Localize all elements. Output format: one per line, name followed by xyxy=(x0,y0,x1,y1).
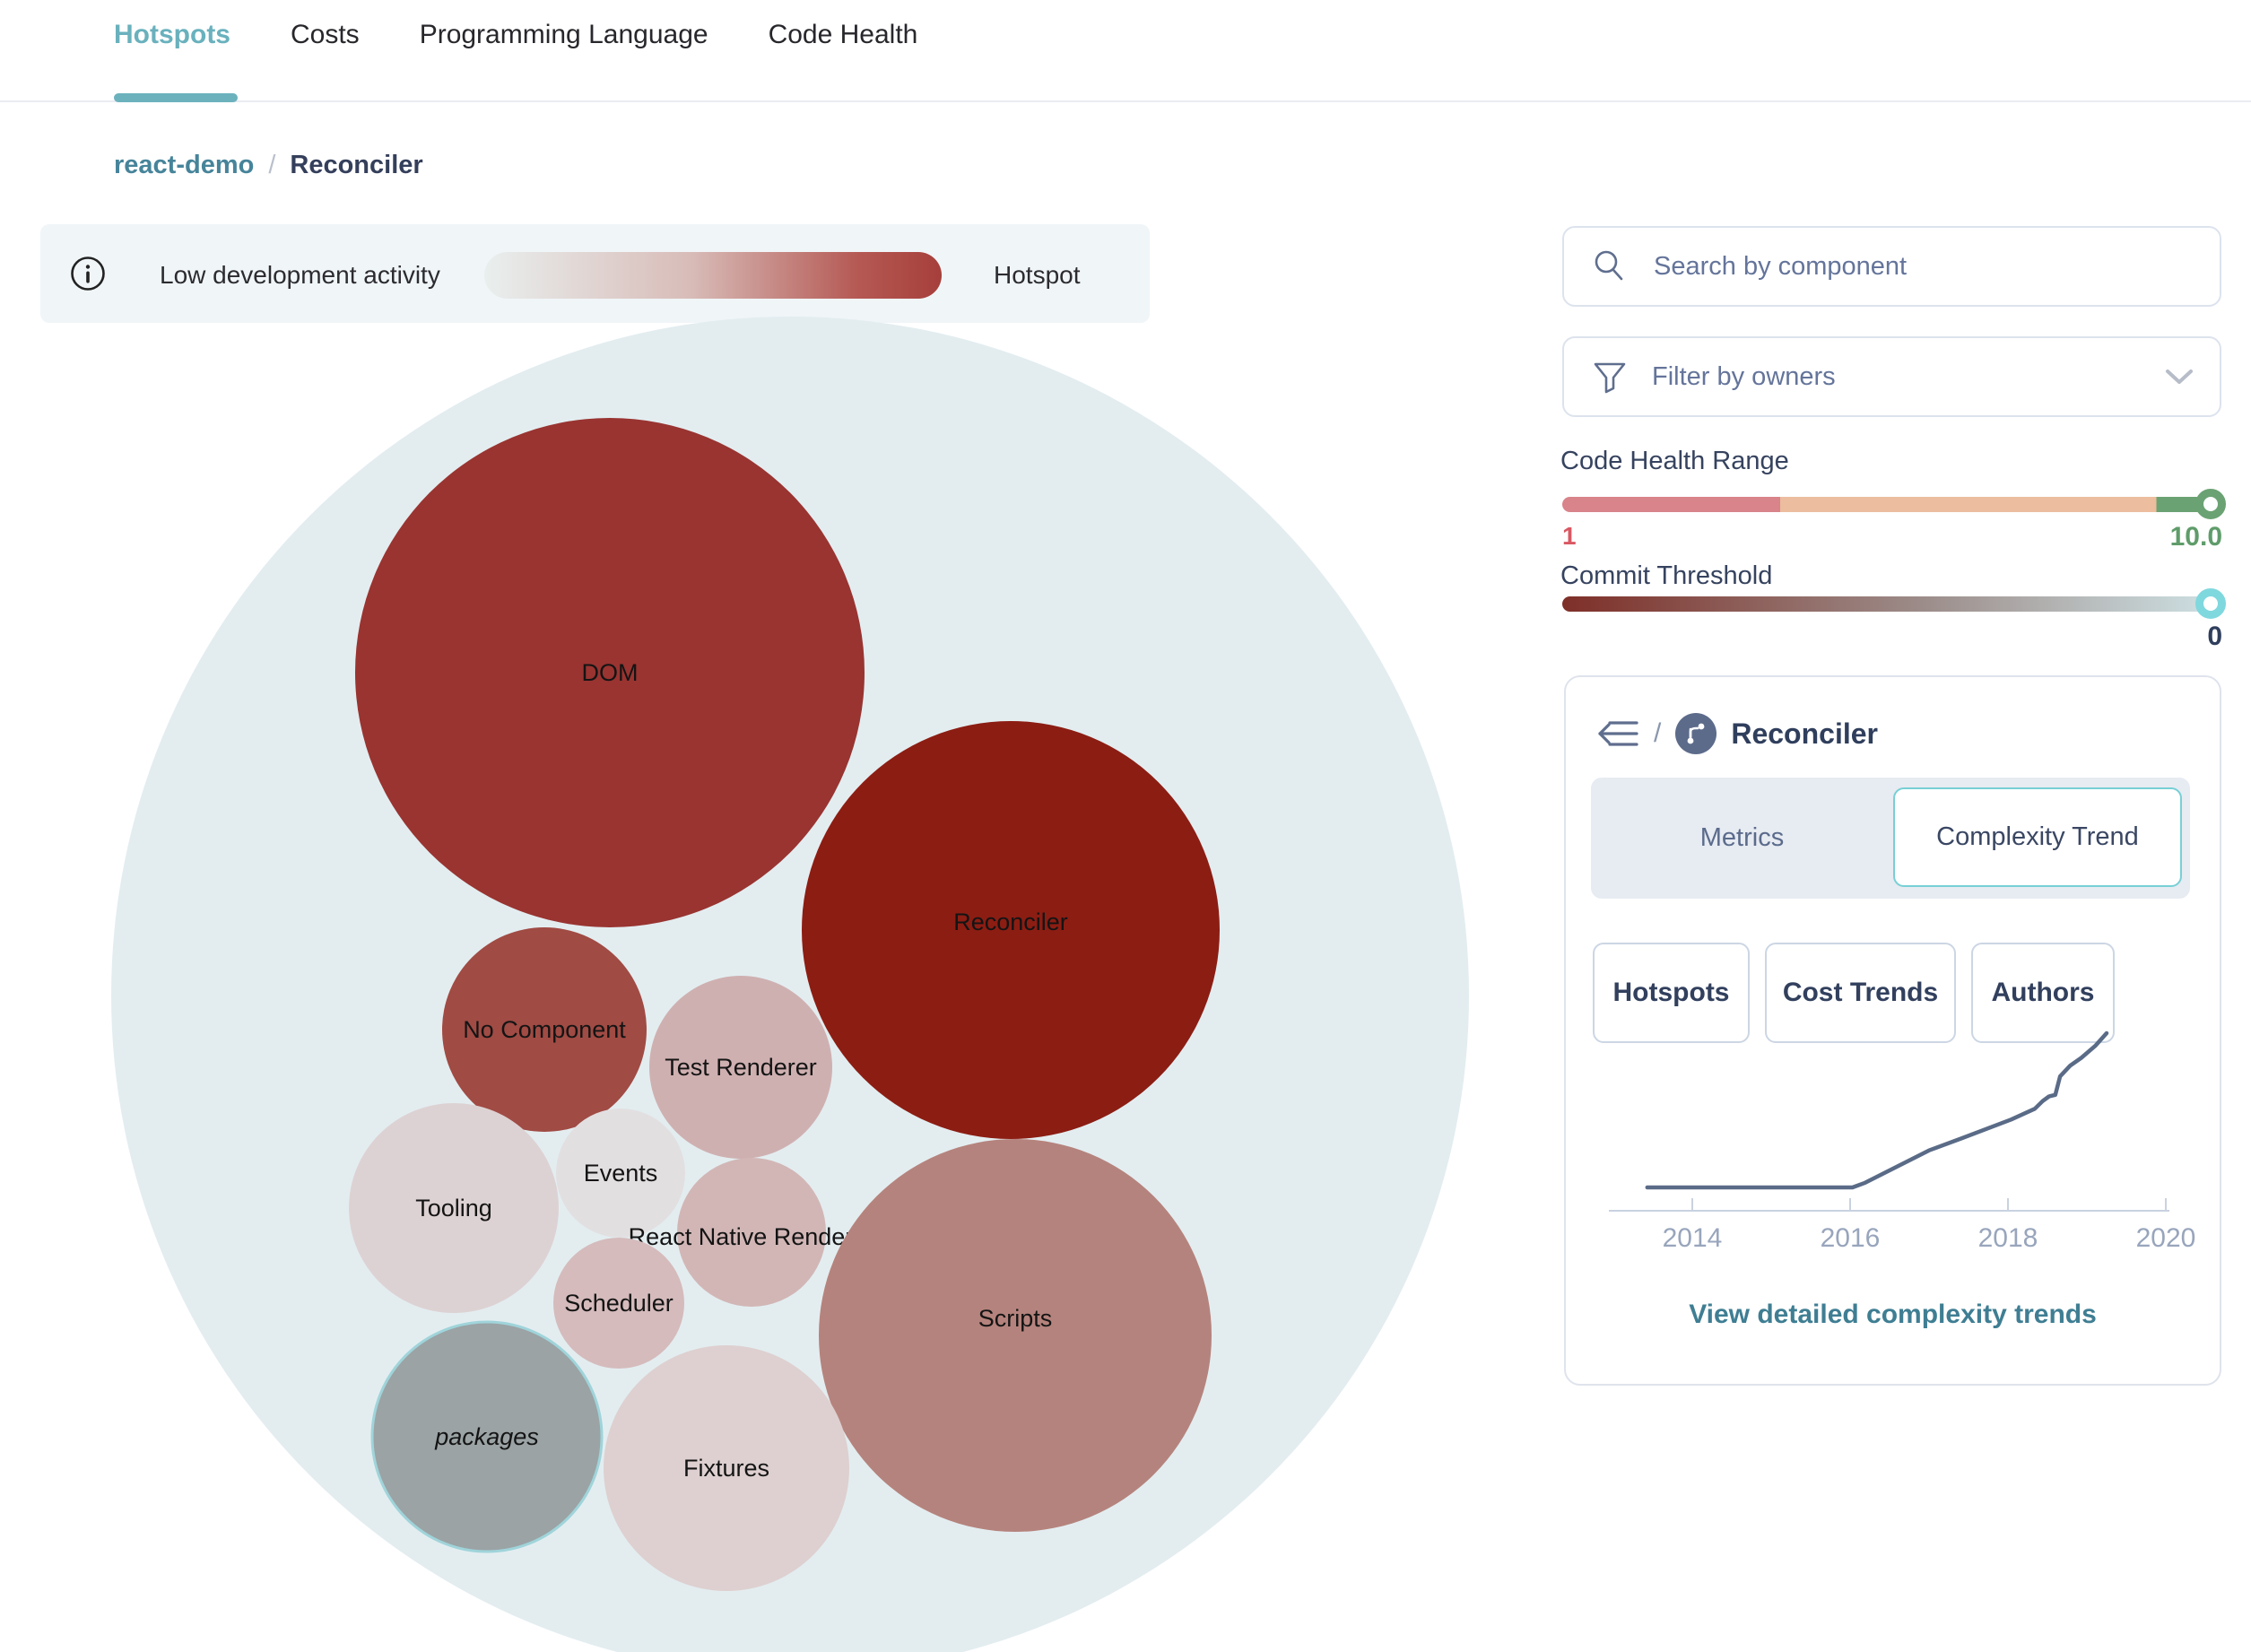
trend-tick-label-2020: 2020 xyxy=(2136,1223,2196,1253)
tab-code-health[interactable]: Code Health xyxy=(769,20,918,50)
search-input[interactable] xyxy=(1652,250,2220,283)
tab-programming-language[interactable]: Programming Language xyxy=(420,20,708,50)
bubble-label-dom: DOM xyxy=(582,659,639,686)
info-icon[interactable] xyxy=(70,256,106,296)
breadcrumb-current: Reconciler xyxy=(290,151,423,179)
complexity-trend-line xyxy=(1645,1030,2109,1190)
component-detail-card: / Reconciler Metrics Complexity Trend Ho… xyxy=(1564,675,2221,1386)
bubble-label-test-renderer: Test Renderer xyxy=(665,1054,817,1081)
funnel-icon xyxy=(1591,358,1629,396)
hotspots-bubble-chart: DOM Reconciler No Component Test Renderer Ev… xyxy=(111,317,1469,1652)
commit-threshold-handle[interactable] xyxy=(2195,588,2226,619)
top-nav: Hotspots Costs Programming Language Code… xyxy=(114,20,917,50)
bubble-label-fixtures: Fixtures xyxy=(683,1455,769,1482)
tab-hotspots[interactable]: Hotspots xyxy=(114,20,230,50)
tab-metrics[interactable]: Metrics xyxy=(1591,778,1893,899)
commit-threshold-value: 0 xyxy=(2207,622,2222,651)
breadcrumb-separator: / xyxy=(268,151,276,179)
code-health-min-value: 1 xyxy=(1562,522,1577,550)
bubble-scripts[interactable] xyxy=(819,1139,1212,1532)
back-icon[interactable] xyxy=(1596,713,1639,754)
active-tab-underline xyxy=(114,93,238,102)
detail-card-separator: / xyxy=(1654,718,1662,748)
bubble-label-events: Events xyxy=(584,1160,658,1187)
commit-threshold-track[interactable] xyxy=(1562,596,2222,612)
code-health-range-track[interactable] xyxy=(1562,497,2222,512)
owners-filter-label: Filter by owners xyxy=(1652,361,1836,391)
legend-high-label: Hotspot xyxy=(994,261,1081,289)
complexity-trend-chart: 2014 2016 2018 2020 xyxy=(1602,1011,2229,1284)
bubble-label-scripts: Scripts xyxy=(978,1305,1053,1332)
component-branch-icon xyxy=(1675,713,1717,754)
bubble-label-scheduler: Scheduler xyxy=(564,1290,674,1317)
breadcrumb-project-link[interactable]: react-demo xyxy=(114,151,254,180)
tab-complexity-trend[interactable]: Complexity Trend xyxy=(1893,787,2182,887)
code-health-range-label: Code Health Range xyxy=(1560,447,1789,475)
trend-tick-label-2016: 2016 xyxy=(1821,1223,1881,1253)
commit-threshold-label: Commit Threshold xyxy=(1560,561,1773,590)
bubble-label-tooling: Tooling xyxy=(415,1195,492,1222)
code-health-range-handle[interactable] xyxy=(2195,489,2226,519)
hotspot-gradient-bar xyxy=(484,252,942,299)
code-health-max-value: 10.0 xyxy=(2169,522,2222,552)
bubble-label-reconciler: Reconciler xyxy=(953,909,1068,935)
nav-divider xyxy=(0,100,2251,102)
app-canvas: Hotspots Costs Programming Language Code… xyxy=(0,0,2251,1652)
tab-costs[interactable]: Costs xyxy=(291,20,360,50)
trend-tick-label-2018: 2018 xyxy=(1978,1223,2038,1253)
legend-low-label: Low development activity xyxy=(160,261,440,289)
detail-card-header: / Reconciler xyxy=(1596,713,1878,754)
breadcrumb: react-demo / Reconciler xyxy=(114,151,423,180)
search-icon xyxy=(1591,248,1629,285)
bubble-label-no-component: No Component xyxy=(463,1016,626,1043)
owners-filter-dropdown[interactable]: Filter by owners xyxy=(1562,336,2221,417)
view-complexity-trends-link[interactable]: View detailed complexity trends xyxy=(1566,1300,2220,1330)
bubble-label-react-native-renderer: React Native Renderer xyxy=(629,1223,875,1250)
detail-card-title: Reconciler xyxy=(1731,717,1878,750)
bubble-label-packages: packages xyxy=(434,1423,539,1450)
chevron-down-icon xyxy=(2164,367,2195,387)
trend-tick-label-2014: 2014 xyxy=(1663,1223,1723,1253)
detail-tab-group: Metrics Complexity Trend xyxy=(1591,778,2190,899)
component-search-box xyxy=(1562,226,2221,307)
